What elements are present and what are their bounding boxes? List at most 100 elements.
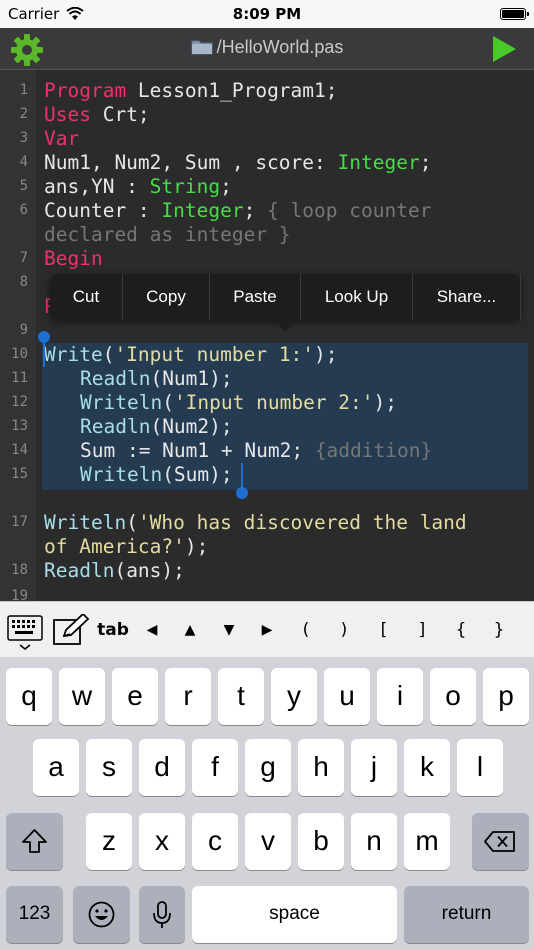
code-line: Writeln('Input number 2:'); xyxy=(80,391,398,414)
key-j[interactable]: j xyxy=(351,739,397,796)
key-p[interactable]: p xyxy=(483,668,529,725)
line-number: 11 xyxy=(11,370,28,386)
key-k[interactable]: k xyxy=(404,739,450,796)
key-b[interactable]: b xyxy=(298,813,344,870)
code-line: Write('Input number 1:'); xyxy=(44,343,338,366)
emoji-key[interactable] xyxy=(73,886,130,943)
code-line: of America?'); xyxy=(44,535,209,558)
line-number: 5 xyxy=(19,178,28,194)
copy-menu-item[interactable]: Copy xyxy=(123,274,210,320)
line-number: 2 xyxy=(19,106,28,122)
left-paren-key[interactable]: ( xyxy=(292,616,320,644)
key-c[interactable]: c xyxy=(192,813,238,870)
key-y[interactable]: y xyxy=(271,668,317,725)
line-number: 12 xyxy=(11,394,28,410)
backspace-icon xyxy=(484,831,515,852)
shift-key[interactable] xyxy=(6,813,63,870)
line-number: 9 xyxy=(19,322,28,338)
key-f[interactable]: f xyxy=(192,739,238,796)
code-line: ans,YN : String; xyxy=(44,175,232,198)
line-number: 1 xyxy=(19,82,28,98)
code-line: Readln(Num2); xyxy=(80,415,233,438)
right-brace-key[interactable]: } xyxy=(485,616,513,644)
code-line: Sum := Num1 + Num2; {addition} xyxy=(80,439,433,462)
shift-icon xyxy=(22,829,47,853)
key-a[interactable]: a xyxy=(33,739,79,796)
right-bracket-key[interactable]: ] xyxy=(408,616,436,644)
cursor-left-key[interactable]: ◀ xyxy=(138,616,166,644)
paste-menu-item[interactable]: Paste xyxy=(210,274,301,320)
cursor-right-key[interactable]: ▶ xyxy=(253,616,281,644)
left-brace-key[interactable]: { xyxy=(447,616,475,644)
key-z[interactable]: z xyxy=(86,813,132,870)
key-v[interactable]: v xyxy=(245,813,291,870)
code-line: Program Lesson1_Program1; xyxy=(44,79,338,102)
folder-icon xyxy=(191,40,213,55)
line-number: 17 xyxy=(11,514,28,530)
dictation-key[interactable] xyxy=(139,886,185,943)
selection-end-handle[interactable] xyxy=(236,487,248,499)
line-number: 18 xyxy=(11,562,28,578)
battery-icon xyxy=(500,8,529,20)
left-bracket-key[interactable]: [ xyxy=(370,616,398,644)
key-u[interactable]: u xyxy=(324,668,370,725)
line-number: 10 xyxy=(11,346,28,362)
edit-context-menu: Cut Copy Paste Look Up Share... xyxy=(50,274,521,331)
selection-start-caret xyxy=(43,340,45,367)
line-number: 7 xyxy=(19,250,28,266)
key-d[interactable]: d xyxy=(139,739,185,796)
key-q[interactable]: q xyxy=(6,668,52,725)
nav-bar: /HelloWorld.pas xyxy=(0,28,534,70)
cursor-down-key[interactable]: ▼ xyxy=(215,616,243,644)
menu-pointer xyxy=(274,320,296,331)
selection-end-caret xyxy=(241,463,243,489)
file-title: /HelloWorld.pas xyxy=(0,37,534,58)
code-line: Readln(Num1); xyxy=(80,367,233,390)
code-line: Begin xyxy=(44,247,103,270)
share-menu-item[interactable]: Share... xyxy=(413,274,521,320)
line-number: 19 xyxy=(11,588,28,601)
code-line: Writeln('Who has discovered the land xyxy=(44,511,467,534)
key-o[interactable]: o xyxy=(430,668,476,725)
clock: 8:09 PM xyxy=(232,5,302,23)
keyboard-accessory-bar: tab ◀ ▲ ▼ ▶ ( ) [ ] { } xyxy=(0,601,534,657)
look-up-menu-item[interactable]: Look Up xyxy=(301,274,413,320)
key-e[interactable]: e xyxy=(112,668,158,725)
key-g[interactable]: g xyxy=(245,739,291,796)
key-x[interactable]: x xyxy=(139,813,185,870)
code-line: Writeln(Sum); xyxy=(80,463,233,486)
code-line: Uses Crt; xyxy=(44,103,150,126)
return-key[interactable]: return xyxy=(404,886,529,943)
key-r[interactable]: r xyxy=(165,668,211,725)
code-editor[interactable]: 1 2 3 4 5 6 7 8 9 10 11 12 13 14 15 17 1… xyxy=(0,70,534,601)
key-h[interactable]: h xyxy=(298,739,344,796)
line-number: 15 xyxy=(11,466,28,482)
status-bar: Carrier 8:09 PM xyxy=(0,0,534,28)
key-l[interactable]: l xyxy=(457,739,503,796)
code-line: Readln(ans); xyxy=(44,559,185,582)
line-number: 14 xyxy=(11,442,28,458)
cut-menu-item[interactable]: Cut xyxy=(50,274,123,320)
hide-keyboard-icon[interactable] xyxy=(6,614,44,652)
key-t[interactable]: t xyxy=(218,668,264,725)
right-paren-key[interactable]: ) xyxy=(330,616,358,644)
key-n[interactable]: n xyxy=(351,813,397,870)
numbers-key[interactable]: 123 xyxy=(6,886,63,943)
key-s[interactable]: s xyxy=(86,739,132,796)
code-line: declared as integer } xyxy=(44,223,291,246)
line-number: 4 xyxy=(19,154,28,170)
code-line: Counter : Integer; { loop counter xyxy=(44,199,432,222)
space-key[interactable]: space xyxy=(192,886,397,943)
key-i[interactable]: i xyxy=(377,668,423,725)
edit-note-icon[interactable] xyxy=(52,614,90,646)
line-number: 8 xyxy=(19,274,28,290)
cursor-up-key[interactable]: ▲ xyxy=(176,616,204,644)
delete-key[interactable] xyxy=(472,813,529,870)
key-w[interactable]: w xyxy=(59,668,105,725)
tab-key[interactable]: tab xyxy=(96,616,130,644)
key-m[interactable]: m xyxy=(404,813,450,870)
code-line: Var xyxy=(44,127,80,150)
run-icon[interactable] xyxy=(490,34,518,64)
code-line: Num1, Num2, Sum , score: Integer; xyxy=(44,151,432,174)
line-number: 3 xyxy=(19,130,28,146)
